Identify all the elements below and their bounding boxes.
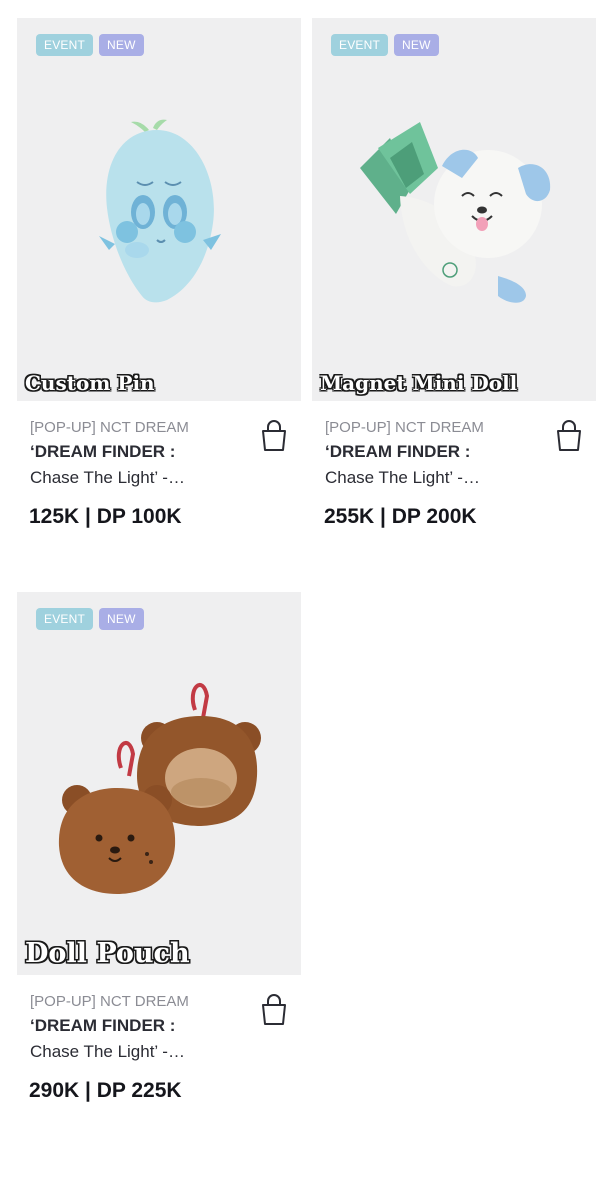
product-info[interactable]: [POP-UP] NCT DREAM ‘DREAM FINDER : Chase… bbox=[17, 401, 301, 567]
product-info[interactable]: [POP-UP] NCT DREAM ‘DREAM FINDER : Chase… bbox=[312, 401, 596, 567]
product-image[interactable]: EVENT NEW Custom Pin bbox=[17, 18, 301, 401]
new-badge: NEW bbox=[99, 608, 144, 630]
event-badge: EVENT bbox=[36, 608, 94, 630]
product-card[interactable]: EVENT NEW Doll Pouch [POP-UP] NCT DREAM … bbox=[17, 592, 301, 1141]
shopping-bag-icon[interactable] bbox=[554, 419, 584, 453]
product-card[interactable]: EVENT NEW Magnet Mini Doll [POP-UP] NCT … bbox=[312, 18, 596, 567]
badge-group: EVENT NEW bbox=[331, 34, 439, 56]
product-title-line1: ‘DREAM FINDER : bbox=[30, 442, 176, 461]
product-price: 255K | DP 200K bbox=[324, 505, 477, 528]
image-overlay-label: Magnet Mini Doll bbox=[320, 371, 518, 395]
product-image[interactable]: EVENT NEW Doll Pouch bbox=[17, 592, 301, 975]
product-card[interactable]: EVENT NEW Custom Pin [POP-UP] NCT DREAM … bbox=[17, 18, 301, 567]
product-title-line1: ‘DREAM FINDER : bbox=[325, 442, 471, 461]
new-badge: NEW bbox=[99, 34, 144, 56]
product-title-line2: Chase The Light’ -… bbox=[325, 468, 480, 487]
event-badge: EVENT bbox=[331, 34, 389, 56]
new-badge: NEW bbox=[394, 34, 439, 56]
ghost-pin-illustration bbox=[99, 119, 221, 303]
badge-group: EVENT NEW bbox=[36, 34, 144, 56]
product-price: 125K | DP 100K bbox=[29, 505, 182, 528]
image-overlay-label: Custom Pin bbox=[25, 371, 155, 395]
product-title-line1: ‘DREAM FINDER : bbox=[30, 1016, 176, 1035]
product-image[interactable]: EVENT NEW Magnet Mini Doll bbox=[312, 18, 596, 401]
badge-group: EVENT NEW bbox=[36, 608, 144, 630]
product-price: 290K | DP 225K bbox=[29, 1079, 182, 1102]
mini-doll-illustration bbox=[360, 122, 551, 303]
shopping-bag-icon[interactable] bbox=[259, 419, 289, 453]
image-overlay-label: Doll Pouch bbox=[25, 938, 190, 969]
product-title-line2: Chase The Light’ -… bbox=[30, 1042, 185, 1061]
shopping-bag-icon[interactable] bbox=[259, 993, 289, 1027]
event-badge: EVENT bbox=[36, 34, 94, 56]
product-info[interactable]: [POP-UP] NCT DREAM ‘DREAM FINDER : Chase… bbox=[17, 975, 301, 1141]
product-title-line2: Chase The Light’ -… bbox=[30, 468, 185, 487]
doll-pouch-illustration bbox=[58, 682, 261, 894]
